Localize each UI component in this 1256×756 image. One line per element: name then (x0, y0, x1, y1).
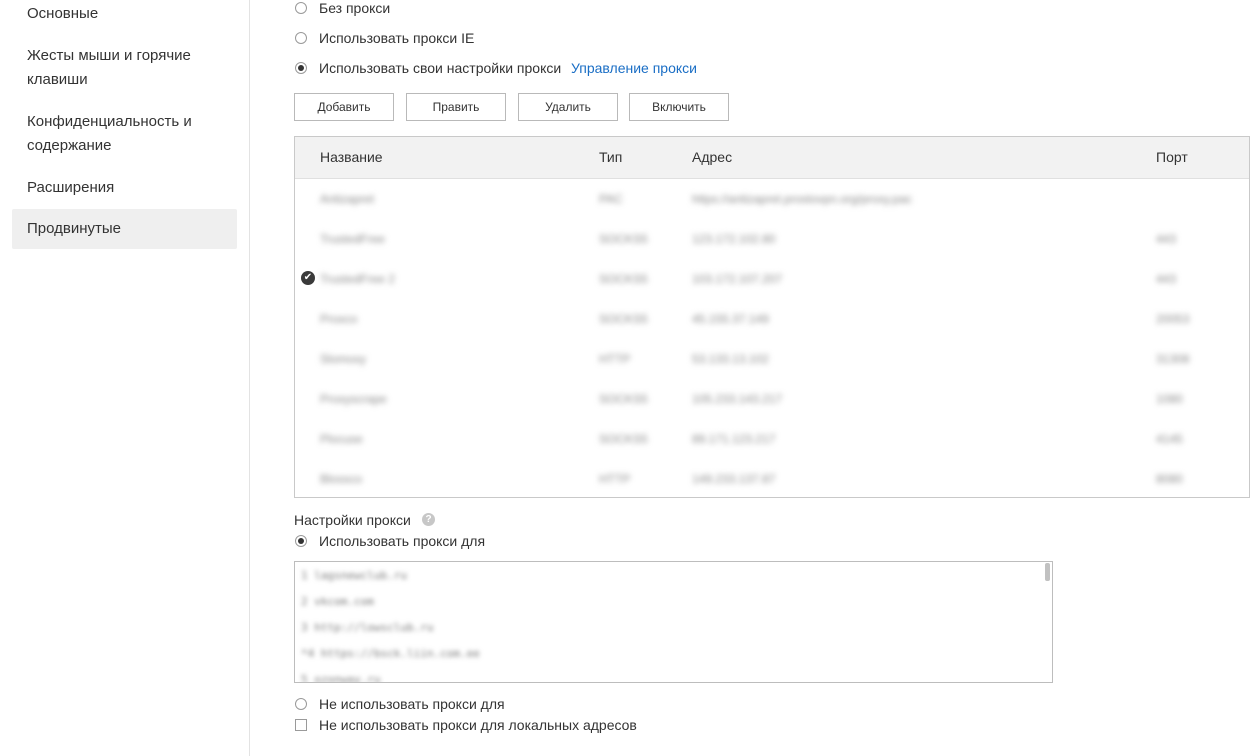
sidebar-item-mouse-gestures[interactable]: Жесты мыши и горячие клавиши (12, 44, 237, 92)
sidebar-item-label: Расширения (27, 179, 115, 196)
site-line: 2 vkcom.com (301, 595, 374, 608)
manage-proxy-link[interactable]: Управление прокси (571, 60, 697, 76)
proxy-name: Plocuse (320, 432, 363, 446)
settings-sidebar: Основные Жесты мыши и горячие клавиши Ко… (0, 0, 250, 756)
custom-proxy-radio[interactable] (295, 62, 307, 74)
proxy-name: TrustedFree (320, 232, 385, 246)
table-header: Название Тип Адрес Порт (295, 137, 1249, 179)
sidebar-item-privacy[interactable]: Конфиденциальность и содержание (12, 110, 237, 158)
site-line: 5 ozonway.ru (301, 673, 381, 683)
proxy-name: Blossco (320, 472, 363, 486)
proxy-address: 89.171.123.217 (692, 432, 776, 446)
proxy-address: https://antizapret.prostovpn.org/proxy.p… (692, 192, 912, 206)
use-proxy-for-label[interactable]: Использовать прокси для (319, 533, 485, 549)
proxy-name: Slomoxy (320, 352, 367, 366)
proxy-type: SOCKS5 (599, 232, 648, 246)
proxy-name: Proxco (320, 312, 358, 326)
add-button[interactable]: Добавить (294, 93, 394, 121)
proxy-type: HTTP (599, 472, 631, 486)
active-check-icon: ✔ (301, 271, 315, 285)
dont-use-proxy-for-label[interactable]: Не использовать прокси для (319, 696, 505, 712)
proxy-address: 123.172.102.80 (692, 232, 776, 246)
textarea-scrollbar[interactable] (1045, 563, 1050, 581)
proxy-port: 8080 (1156, 472, 1183, 486)
table-row[interactable]: Proxco SOCKS5 45.155.37.149 20053 (295, 299, 1249, 339)
proxy-type: SOCKS5 (599, 392, 648, 406)
sidebar-item-general[interactable]: Основные (12, 2, 237, 26)
proxy-sites-textarea[interactable]: 1 lagsnewclub.ru 2 vkcom.com 3 http://lo… (294, 561, 1053, 683)
custom-proxy-label[interactable]: Использовать свои настройки прокси (319, 60, 561, 76)
edit-button[interactable]: Править (406, 93, 506, 121)
sidebar-item-label: Основные (27, 5, 99, 22)
site-line: *4 https://bsck.liin.com.ee (301, 647, 480, 660)
column-header-address[interactable]: Адрес (692, 149, 732, 165)
proxy-port: 4145 (1156, 432, 1183, 446)
sidebar-item-advanced[interactable]: Продвинутые (12, 209, 237, 249)
proxy-address: 45.155.37.149 (692, 312, 769, 326)
proxy-type: PAC (599, 192, 623, 206)
table-row[interactable]: Proxyscrape SOCKS5 105.233.143.217 1080 (295, 379, 1249, 419)
proxy-name: Proxyscrape (320, 392, 387, 406)
sidebar-item-label: Продвинутые (27, 220, 122, 237)
proxy-type: SOCKS5 (599, 312, 648, 326)
dont-use-proxy-for-radio[interactable] (295, 698, 307, 710)
sidebar-item-extensions[interactable]: Расширения (12, 176, 237, 200)
no-local-proxy-label[interactable]: Не использовать прокси для локальных адр… (319, 717, 637, 733)
enable-button[interactable]: Включить (629, 93, 729, 121)
sidebar-item-label: Жесты мыши и горячие клавиши (27, 47, 191, 88)
proxy-type: SOCKS5 (599, 272, 648, 286)
proxy-name: TrustedFree 2 (320, 272, 395, 286)
proxy-port: 1080 (1156, 392, 1183, 406)
ie-proxy-radio[interactable] (295, 32, 307, 44)
table-row[interactable]: Blossco HTTP 149.233.137.87 8080 (295, 459, 1249, 497)
proxy-address: 105.233.143.217 (692, 392, 783, 406)
site-line: 1 lagsnewclub.ru (301, 569, 407, 582)
proxy-address: 103.172.107.207 (692, 272, 783, 286)
column-header-name[interactable]: Название (320, 149, 383, 165)
proxy-port: 443 (1156, 232, 1177, 246)
no-proxy-label[interactable]: Без прокси (319, 0, 390, 16)
sidebar-item-label: Конфиденциальность и содержание (27, 113, 192, 154)
table-row[interactable]: TrustedFree SOCKS5 123.172.102.80 443 (295, 219, 1249, 259)
proxy-port: 443 (1156, 272, 1177, 286)
column-header-port[interactable]: Порт (1156, 149, 1188, 165)
proxy-name: Antizapret (320, 192, 375, 206)
use-proxy-for-radio[interactable] (295, 535, 307, 547)
table-row[interactable]: Slomoxy HTTP 53.133.13.102 31308 (295, 339, 1249, 379)
table-row[interactable]: ✔ TrustedFree 2 SOCKS5 103.172.107.207 4… (295, 259, 1249, 299)
ie-proxy-label[interactable]: Использовать прокси IE (319, 30, 474, 46)
proxy-address: 53.133.13.102 (692, 352, 769, 366)
proxy-port: 20053 (1156, 312, 1190, 326)
proxy-port: 31308 (1156, 352, 1190, 366)
proxy-table: Название Тип Адрес Порт Antizapret PAC h… (294, 136, 1250, 498)
no-proxy-radio[interactable] (295, 2, 307, 14)
help-icon[interactable]: ? (422, 513, 435, 526)
table-row[interactable]: Plocuse SOCKS5 89.171.123.217 4145 (295, 419, 1249, 459)
proxy-settings-title: Настройки прокси (294, 512, 411, 528)
table-row[interactable]: Antizapret PAC https://antizapret.prosto… (295, 179, 1249, 219)
column-header-type[interactable]: Тип (599, 149, 622, 165)
proxy-address: 149.233.137.87 (692, 472, 776, 486)
no-local-proxy-checkbox[interactable] (295, 719, 307, 731)
proxy-type: SOCKS5 (599, 432, 648, 446)
site-line: 3 http://lowsclub.ru (301, 621, 434, 634)
proxy-type: HTTP (599, 352, 631, 366)
delete-button[interactable]: Удалить (518, 93, 618, 121)
